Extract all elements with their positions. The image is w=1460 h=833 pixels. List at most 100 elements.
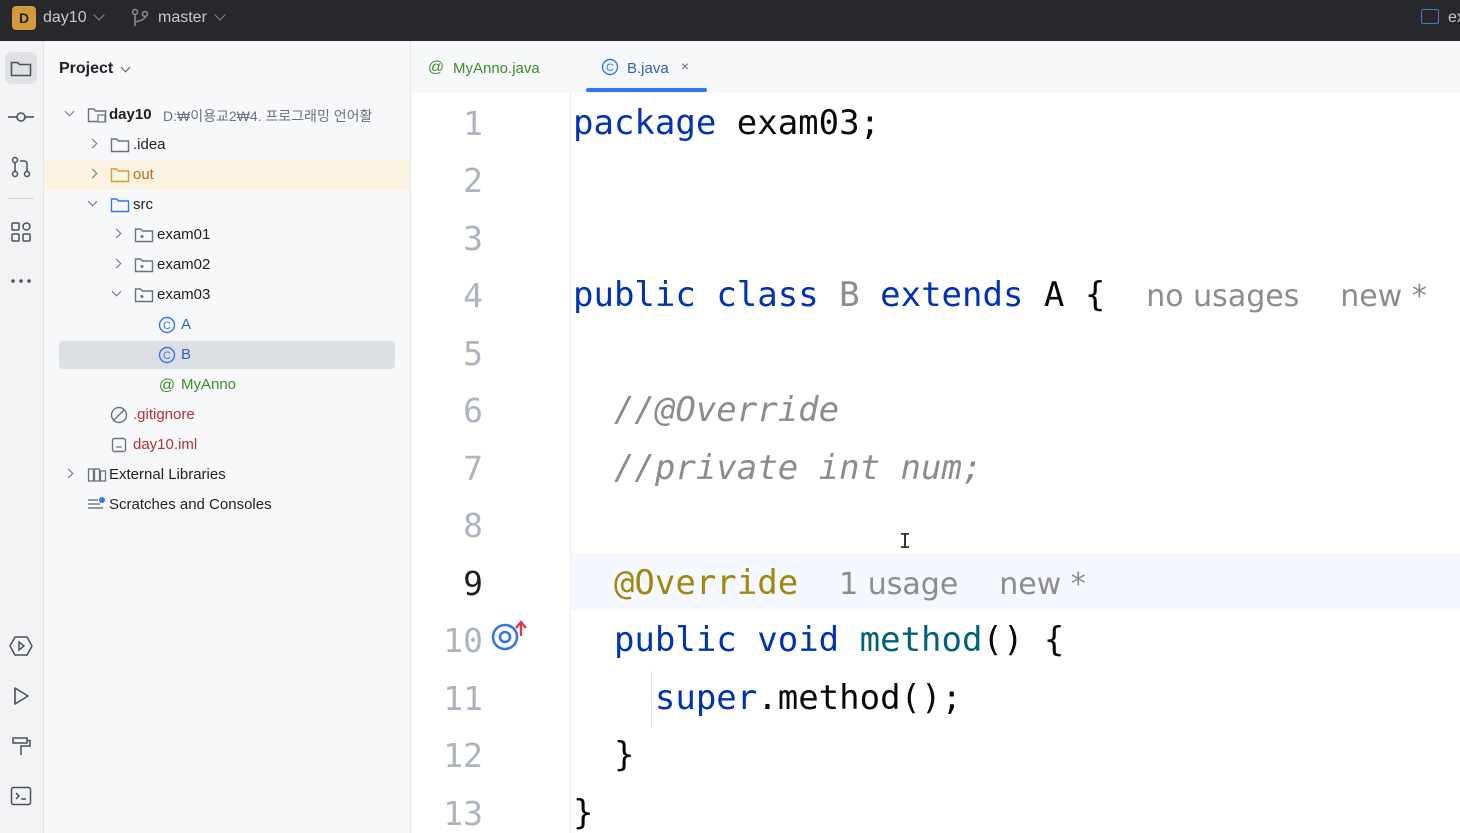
terminal-tool-button[interactable] [5, 780, 37, 812]
tree-label: exam01 [157, 226, 211, 243]
chevron-down-icon[interactable] [93, 9, 105, 21]
svg-text:C: C [606, 62, 614, 74]
tree-label: exam03 [157, 286, 211, 303]
chevron-right-icon[interactable] [87, 168, 98, 179]
tab-myanno[interactable]: @ MyAnno.java [411, 41, 581, 93]
run-icon [14, 687, 29, 705]
line-number: 2 [463, 161, 483, 200]
svg-text:@: @ [428, 59, 444, 76]
tree-row-exam01[interactable]: exam01 [44, 220, 410, 250]
structure-tool-button[interactable] [5, 216, 37, 248]
line-number: 5 [463, 334, 483, 373]
tree-row-exam03[interactable]: exam03 [44, 280, 410, 310]
code-line-12: } [573, 727, 634, 784]
project-name[interactable]: day10 [43, 9, 87, 27]
line-number: 13 [443, 794, 483, 833]
tree-row-idea[interactable]: .idea [44, 130, 410, 160]
tree-row-out[interactable]: out [44, 160, 410, 190]
tree-row-myanno[interactable]: @ MyAnno [44, 370, 410, 400]
tree-row-external-libraries[interactable]: External Libraries [44, 460, 410, 490]
author-hint[interactable]: new * [1340, 279, 1427, 314]
tree-row-day10[interactable]: day10 D:₩이용교2₩4. 프로그래밍 언어활 [44, 100, 410, 130]
usages-hint[interactable]: no usages [1146, 279, 1299, 314]
class-name-unused: B [839, 275, 860, 315]
code-line-11: super.method(); [573, 670, 962, 727]
class-icon: C [601, 58, 619, 76]
tree-row-class-a[interactable]: C A [44, 310, 410, 340]
ignore-file-icon [110, 406, 128, 424]
code-line-4: public class B extends A { no usages new… [573, 267, 1427, 325]
tree-label: day10.iml [133, 436, 198, 453]
code-line-10: public void method() { [573, 612, 1064, 669]
pull-requests-tool-button[interactable] [5, 151, 37, 183]
title-bar: D day10 master ex [0, 0, 1460, 41]
module-folder-icon [87, 108, 107, 123]
run-tool-button[interactable] [5, 680, 37, 712]
keyword: package [573, 103, 717, 143]
comment: //private int num; [613, 448, 983, 488]
tool-window-strip [0, 41, 44, 833]
svg-text:C: C [163, 320, 171, 332]
chevron-down-icon[interactable] [111, 286, 122, 297]
chevron-right-icon[interactable] [111, 228, 122, 239]
pull-request-icon [11, 156, 31, 178]
keyword: class [716, 275, 819, 315]
tree-row-scratches[interactable]: Scratches and Consoles [44, 490, 410, 520]
code-text: A { [1023, 275, 1106, 315]
libraries-icon [87, 468, 107, 482]
svg-text:C: C [163, 350, 171, 362]
line-number: 10 [443, 621, 483, 660]
tab-label: B.java [627, 60, 669, 77]
line-number: 12 [443, 736, 483, 775]
tree-label: MyAnno [181, 376, 237, 393]
structure-icon [11, 222, 31, 242]
project-panel-title[interactable]: Project [59, 60, 113, 78]
package-icon [134, 258, 154, 273]
keyword: super [654, 678, 758, 718]
build-tool-button[interactable] [5, 730, 37, 762]
chevron-right-icon[interactable] [111, 258, 122, 269]
tree-row-class-b[interactable]: C B [44, 340, 410, 370]
author-hint[interactable]: new * [999, 567, 1086, 602]
more-icon [11, 279, 31, 283]
project-tool-button[interactable] [5, 52, 37, 84]
tree-label: A [181, 316, 192, 333]
divider [8, 198, 34, 199]
tree-row-exam02[interactable]: exam02 [44, 250, 410, 280]
tab-b-java[interactable]: C B.java [586, 41, 711, 93]
services-tool-button[interactable] [5, 630, 37, 662]
chevron-down-icon[interactable] [214, 9, 226, 21]
chevron-down-icon[interactable] [87, 196, 98, 207]
code-line-1: package exam03; [573, 95, 880, 152]
line-number: 11 [443, 679, 483, 718]
close-icon[interactable]: × [681, 58, 689, 74]
commit-tool-button[interactable] [5, 101, 37, 133]
tree-label: exam02 [157, 256, 211, 273]
branch-name[interactable]: master [158, 9, 207, 27]
chevron-down-icon[interactable] [120, 62, 131, 73]
selection-highlight [59, 341, 395, 369]
git-branch-icon[interactable] [131, 8, 149, 28]
keyword: public [613, 620, 737, 660]
window-icon[interactable] [1421, 9, 1439, 24]
file-icon [111, 437, 127, 453]
tree-row-iml[interactable]: day10.iml [44, 430, 410, 460]
code-editor[interactable]: 1 2 3 4 5 6 7 8 9 10 11 12 13 package ex… [411, 93, 1460, 833]
tree-label: B [181, 346, 192, 363]
code-line-13: } [573, 785, 593, 833]
project-badge[interactable]: D [12, 6, 36, 30]
source-folder-icon [110, 198, 130, 213]
chevron-right-icon[interactable] [63, 468, 74, 479]
terminal-icon [10, 786, 32, 806]
annotation: @Override [613, 563, 799, 603]
tree-row-src[interactable]: src [44, 190, 410, 220]
title-right-text: ex [1448, 9, 1460, 26]
more-tools-button[interactable] [5, 265, 37, 297]
chevron-down-icon[interactable] [64, 106, 75, 117]
overrides-method-icon[interactable] [488, 619, 530, 653]
tree-path: D:₩이용교2₩4. 프로그래밍 언어활 [163, 108, 373, 124]
usages-hint[interactable]: 1 usage [839, 567, 958, 602]
tree-row-gitignore[interactable]: .gitignore [44, 400, 410, 430]
folder-icon [10, 61, 32, 77]
chevron-right-icon[interactable] [87, 138, 98, 149]
